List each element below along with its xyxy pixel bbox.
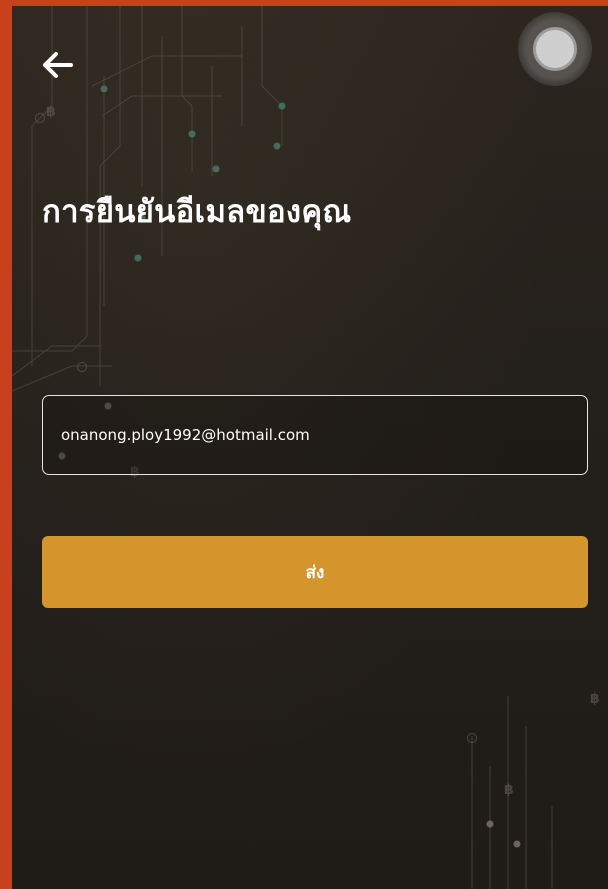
app-screen: ฿ ฿ ฿ ฿ การยืนยันอีเมลของคุณ ส่ง <box>0 0 608 889</box>
assistive-touch-icon <box>533 27 577 71</box>
arrow-left-icon <box>43 52 73 78</box>
submit-button[interactable]: ส่ง <box>42 536 588 608</box>
email-field[interactable] <box>42 395 588 475</box>
assistive-touch-button[interactable] <box>518 12 592 86</box>
page-title: การยืนยันอีเมลของคุณ <box>42 194 352 230</box>
svg-text:฿: ฿ <box>46 104 56 120</box>
svg-text:฿: ฿ <box>504 782 514 798</box>
svg-text:฿: ฿ <box>590 691 600 707</box>
back-button[interactable] <box>38 46 76 84</box>
